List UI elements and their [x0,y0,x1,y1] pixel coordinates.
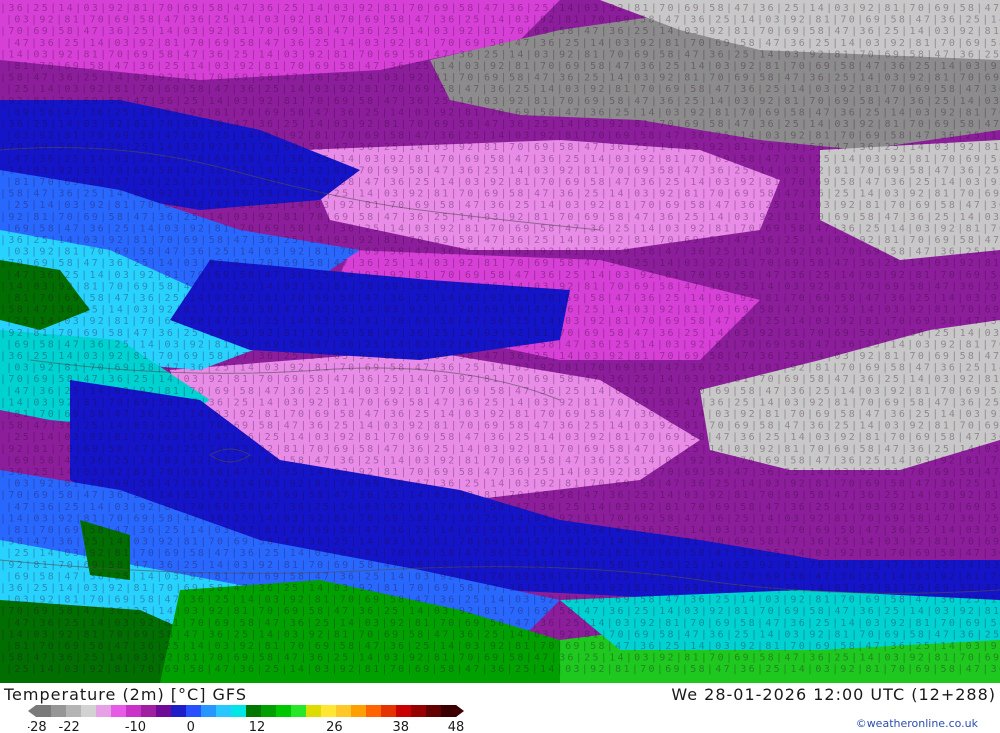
temperature-map: |36|25|14|03|92|81|70|69|58|47|36|25|14|… [0,0,1000,683]
legend-swatch [381,705,397,717]
legend-swatch [141,705,157,717]
legend-swatch [51,705,67,717]
legend-tick-label: -10 [125,720,146,733]
legend-swatch [276,705,292,717]
legend-bar: -28 -22 -10 0 12 26 38 48 [28,705,465,733]
map-canvas: |36|25|14|03|92|81|70|69|58|47|36|25|14|… [0,0,1000,683]
legend-swatch [426,705,442,717]
forecast-time: We 28-01-2026 12:00 UTC (12+288) [671,685,996,704]
legend-swatch [246,705,262,717]
legend-tick-label: 38 [392,720,409,733]
legend-tick-label: -22 [59,720,80,733]
legend-swatch [231,705,247,717]
legend-swatch [96,705,112,717]
map-footer: Temperature (2m) [°C] GFS We 28-01-2026 … [0,683,1000,733]
legend-swatch [351,705,367,717]
legend-max-arrow [456,705,464,717]
legend-swatch [261,705,277,717]
legend-swatch [366,705,382,717]
legend-swatch [81,705,97,717]
legend-swatch [441,705,457,717]
legend-swatch [411,705,427,717]
legend-tick-label: 0 [187,720,195,733]
legend-swatch [66,705,82,717]
credit-link[interactable]: ©weatheronline.co.uk [856,717,978,730]
legend-min-arrow [28,705,36,717]
legend-swatch [171,705,187,717]
legend-swatch [201,705,217,717]
legend-tick-label: 48 [448,720,465,733]
legend-swatch [36,705,52,717]
legend-swatch [291,705,307,717]
legend-tick-label: 26 [326,720,343,733]
legend-swatch [111,705,127,717]
legend-swatch [306,705,322,717]
legend-swatch [156,705,172,717]
legend-swatch [396,705,412,717]
map-title: Temperature (2m) [°C] GFS [4,685,247,704]
legend-swatch [186,705,202,717]
legend-tick-label: -28 [28,720,47,733]
color-legend: -28 -22 -10 0 12 26 38 48 [28,705,468,733]
legend-swatch [336,705,352,717]
legend-swatch [216,705,232,717]
legend-swatch [321,705,337,717]
legend-swatch [126,705,142,717]
legend-tick-label: 12 [249,720,266,733]
